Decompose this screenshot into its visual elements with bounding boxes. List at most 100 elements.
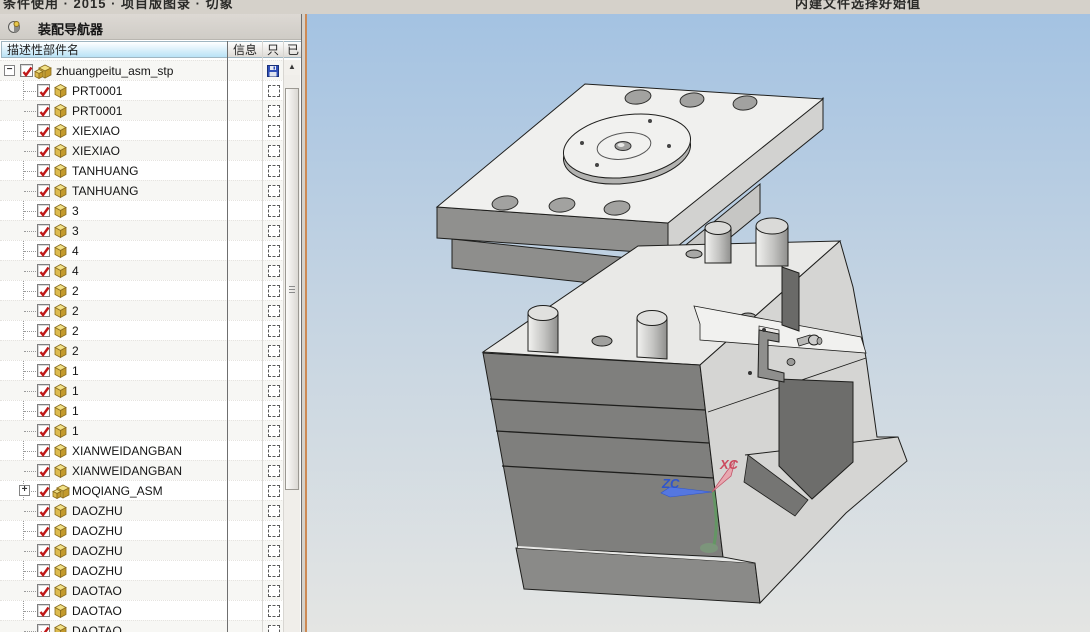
readonly-checkbox[interactable]	[268, 425, 280, 437]
readonly-checkbox[interactable]	[268, 625, 280, 632]
scrollbar-thumb-grip	[289, 286, 295, 293]
readonly-checkbox[interactable]	[268, 525, 280, 537]
collapse-icon[interactable]: −	[4, 65, 15, 76]
node-checkbox[interactable]	[37, 84, 50, 97]
tree-item-2[interactable]: 2	[0, 300, 284, 320]
tree-item-DAOZHU[interactable]: DAOZHU	[0, 520, 284, 540]
tree-vertical-scrollbar[interactable]: ▲	[284, 60, 300, 632]
tree-item-TANHUANG[interactable]: TANHUANG	[0, 180, 284, 200]
tree-item-DAOZHU[interactable]: DAOZHU	[0, 540, 284, 560]
readonly-checkbox[interactable]	[268, 445, 280, 457]
node-checkbox[interactable]	[37, 344, 50, 357]
tree-item-4[interactable]: 4	[0, 240, 284, 260]
tree-item-DAOZHU[interactable]: DAOZHU	[0, 500, 284, 520]
readonly-checkbox[interactable]	[268, 225, 280, 237]
node-checkbox[interactable]	[37, 104, 50, 117]
readonly-checkbox[interactable]	[268, 345, 280, 357]
tree-item-MOQIANG_ASM[interactable]: + MOQIANG_ASM	[0, 480, 284, 500]
tree-item-1[interactable]: 1	[0, 360, 284, 380]
tree-item-DAOTAO[interactable]: DAOTAO	[0, 620, 284, 632]
expand-icon[interactable]: +	[19, 485, 30, 496]
tree-item-DAOTAO[interactable]: DAOTAO	[0, 600, 284, 620]
tree-item-PRT0001[interactable]: PRT0001	[0, 80, 284, 100]
tree-item-TANHUANG[interactable]: TANHUANG	[0, 160, 284, 180]
readonly-checkbox[interactable]	[268, 305, 280, 317]
scrollbar-up-arrow-icon[interactable]: ▲	[284, 60, 300, 75]
tree-item-1[interactable]: 1	[0, 400, 284, 420]
node-checkbox[interactable]	[37, 364, 50, 377]
readonly-checkbox[interactable]	[268, 105, 280, 117]
node-checkbox[interactable]	[37, 484, 50, 497]
tree-item-3[interactable]: 3	[0, 200, 284, 220]
readonly-checkbox[interactable]	[268, 545, 280, 557]
tree-item-PRT0001[interactable]: PRT0001	[0, 100, 284, 120]
tree-item-DAOTAO[interactable]: DAOTAO	[0, 580, 284, 600]
node-checkbox[interactable]	[37, 464, 50, 477]
node-checkbox[interactable]	[37, 624, 50, 632]
readonly-checkbox[interactable]	[268, 405, 280, 417]
node-checkbox[interactable]	[37, 224, 50, 237]
node-checkbox[interactable]	[37, 184, 50, 197]
node-checkbox[interactable]	[37, 544, 50, 557]
node-checkbox[interactable]	[37, 264, 50, 277]
tree-item-XIANWEIDANGBAN[interactable]: XIANWEIDANGBAN	[0, 460, 284, 480]
tree-item-zhuangpeitu_asm_stp[interactable]: − zhuangpeitu_asm_stp	[0, 60, 284, 80]
node-checkbox[interactable]	[37, 524, 50, 537]
tree-item-XIEXIAO[interactable]: XIEXIAO	[0, 140, 284, 160]
tree-item-1[interactable]: 1	[0, 380, 284, 400]
node-checkbox[interactable]	[37, 304, 50, 317]
readonly-checkbox[interactable]	[268, 145, 280, 157]
tree-item-XIEXIAO[interactable]: XIEXIAO	[0, 120, 284, 140]
tree-item-1[interactable]: 1	[0, 420, 284, 440]
node-checkbox[interactable]	[37, 404, 50, 417]
column-header-info[interactable]: 信息	[228, 41, 263, 58]
node-checkbox[interactable]	[37, 384, 50, 397]
node-checkbox[interactable]	[37, 144, 50, 157]
node-label: 2	[72, 284, 79, 298]
node-checkbox[interactable]	[37, 504, 50, 517]
node-checkbox[interactable]	[37, 604, 50, 617]
tree-item-DAOZHU[interactable]: DAOZHU	[0, 560, 284, 580]
tree-item-2[interactable]: 2	[0, 280, 284, 300]
readonly-checkbox[interactable]	[268, 125, 280, 137]
readonly-checkbox[interactable]	[268, 325, 280, 337]
node-checkbox[interactable]	[37, 564, 50, 577]
node-checkbox[interactable]	[37, 424, 50, 437]
tree-item-2[interactable]: 2	[0, 340, 284, 360]
node-checkbox[interactable]	[37, 584, 50, 597]
readonly-checkbox[interactable]	[268, 485, 280, 497]
readonly-checkbox[interactable]	[268, 505, 280, 517]
readonly-checkbox[interactable]	[268, 245, 280, 257]
node-checkbox[interactable]	[37, 244, 50, 257]
readonly-checkbox[interactable]	[268, 585, 280, 597]
readonly-checkbox[interactable]	[268, 465, 280, 477]
node-checkbox[interactable]	[37, 284, 50, 297]
scrollbar-thumb[interactable]	[285, 88, 299, 490]
node-checkbox[interactable]	[20, 64, 33, 77]
node-checkbox[interactable]	[37, 324, 50, 337]
readonly-checkbox[interactable]	[268, 565, 280, 577]
readonly-checkbox[interactable]	[268, 365, 280, 377]
node-checkbox[interactable]	[37, 444, 50, 457]
readonly-checkbox[interactable]	[268, 285, 280, 297]
readonly-checkbox[interactable]	[268, 85, 280, 97]
readonly-checkbox[interactable]	[268, 165, 280, 177]
tree-item-XIANWEIDANGBAN[interactable]: XIANWEIDANGBAN	[0, 440, 284, 460]
readonly-checkbox[interactable]	[268, 205, 280, 217]
node-checkbox[interactable]	[37, 204, 50, 217]
readonly-checkbox[interactable]	[268, 265, 280, 277]
graphics-viewport[interactable]: ZC XC	[305, 5, 1090, 632]
node-label: XIEXIAO	[72, 124, 121, 138]
node-checkbox[interactable]	[37, 164, 50, 177]
readonly-checkbox[interactable]	[268, 185, 280, 197]
readonly-checkbox[interactable]	[268, 385, 280, 397]
node-label: TANHUANG	[72, 164, 139, 178]
node-checkbox[interactable]	[37, 124, 50, 137]
column-header-name[interactable]: 描述性部件名	[1, 41, 228, 58]
column-header-readonly[interactable]: 只	[263, 41, 284, 58]
tree-item-4[interactable]: 4	[0, 260, 284, 280]
readonly-checkbox[interactable]	[268, 605, 280, 617]
tree-item-3[interactable]: 3	[0, 220, 284, 240]
column-header-modified[interactable]: 已	[284, 41, 301, 58]
tree-item-2[interactable]: 2	[0, 320, 284, 340]
